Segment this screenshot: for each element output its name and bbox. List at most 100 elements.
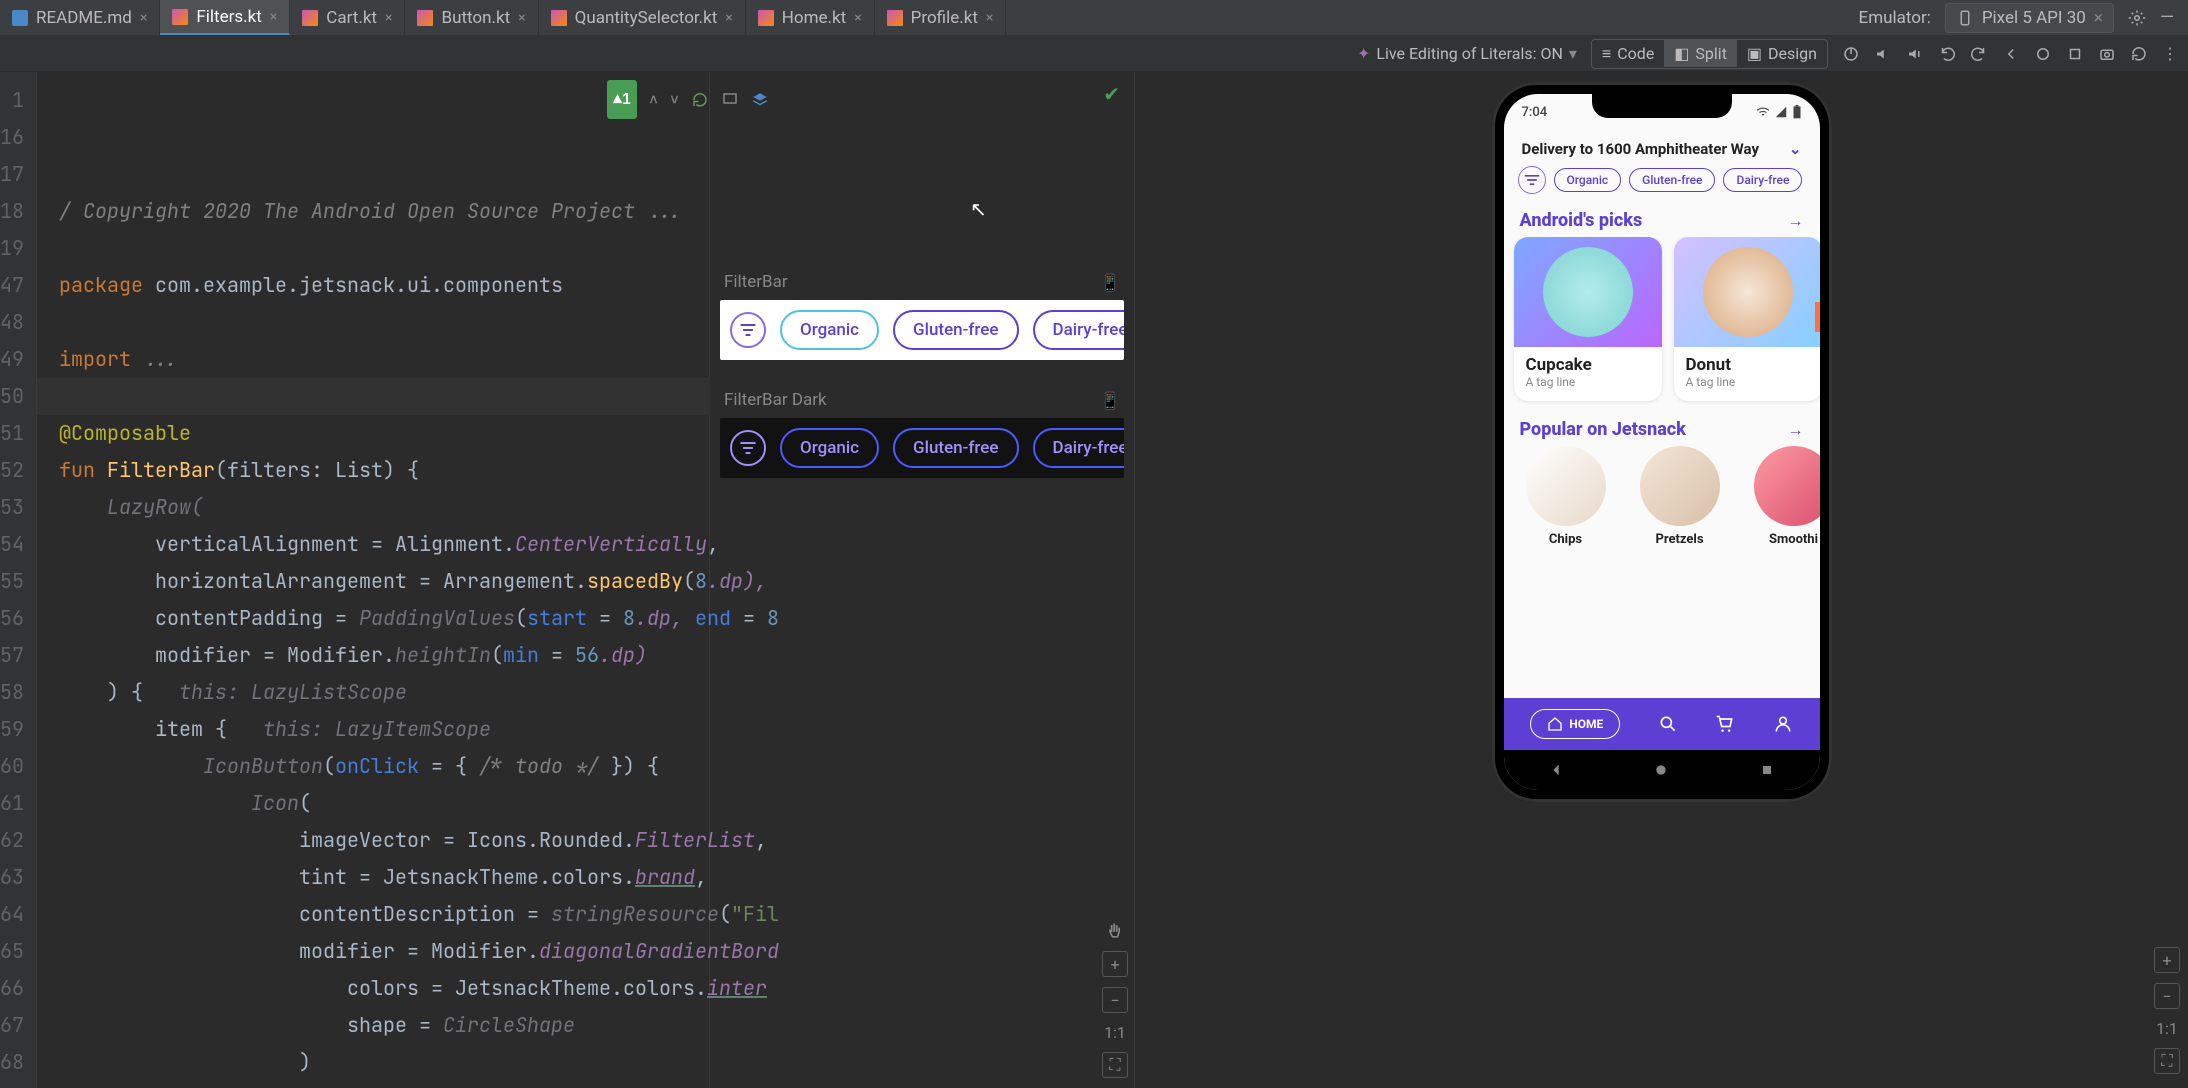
delivery-address[interactable]: Delivery to 1600 Amphitheater Way ⌄: [1504, 130, 1820, 164]
chip-organic[interactable]: Organic: [780, 428, 879, 468]
card-cupcake[interactable]: CupcakeA tag line: [1514, 237, 1662, 401]
device-selector[interactable]: Pixel 5 API 30 ×: [1945, 3, 2114, 33]
item-pretzels[interactable]: Pretzels: [1630, 446, 1730, 547]
wifi-icon: [1756, 105, 1770, 119]
emulator-zoom-controls: + − 1:1 ⛶: [2154, 947, 2180, 1074]
view-mode-split[interactable]: ◧Split: [1664, 40, 1737, 67]
chip-dairy-free[interactable]: Dairy-free: [1723, 168, 1802, 192]
chip-dairy-free[interactable]: Dairy-free: [1033, 428, 1125, 468]
zoom-in-button[interactable]: +: [2154, 947, 2180, 973]
chip-gluten-free[interactable]: Gluten-free: [893, 310, 1018, 350]
gear-icon[interactable]: [2128, 9, 2146, 27]
card-name: Donut: [1686, 355, 1810, 375]
tab-quantity[interactable]: QuantitySelector.kt×: [539, 0, 746, 35]
more-icon[interactable]: ⋮: [2162, 44, 2178, 63]
popular-items[interactable]: Chips Pretzels Smoothi: [1504, 446, 1820, 555]
volume-down-icon[interactable]: [1906, 45, 1924, 63]
volume-up-icon[interactable]: [1874, 45, 1892, 63]
pan-icon[interactable]: [1105, 921, 1125, 941]
warning-badge[interactable]: ▲1: [607, 80, 637, 119]
preview-dark[interactable]: Organic Gluten-free Dairy-free: [720, 418, 1124, 478]
card-donut[interactable]: DonutA tag line: [1674, 237, 1820, 401]
code-editor[interactable]: 1161718194748495051525354555657585960616…: [0, 72, 710, 1088]
chip-organic[interactable]: Organic: [780, 310, 879, 350]
zoom-reset[interactable]: 1:1: [2156, 1019, 2178, 1038]
tab-profile[interactable]: Profile.kt×: [875, 0, 1007, 35]
vm-label: Split: [1695, 44, 1727, 63]
nav-home[interactable]: HOME: [1530, 709, 1620, 739]
filter-list-icon[interactable]: [1518, 166, 1546, 194]
nav-label: HOME: [1569, 717, 1603, 731]
close-icon[interactable]: ×: [270, 9, 277, 25]
filter-row[interactable]: Organic Gluten-free Dairy-free: [1504, 164, 1820, 204]
view-mode-code[interactable]: ≡Code: [1592, 40, 1664, 68]
zoom-fit-button[interactable]: ⛶: [1102, 1052, 1128, 1078]
zoom-in-button[interactable]: +: [1102, 951, 1128, 977]
sys-home-icon[interactable]: [1653, 762, 1669, 778]
arrow-right-icon[interactable]: →: [1788, 211, 1804, 231]
rotate-left-icon[interactable]: [1938, 45, 1956, 63]
refresh-icon[interactable]: [2130, 45, 2148, 63]
kotlin-file-icon: [887, 10, 903, 26]
chip-dairy-free[interactable]: Dairy-free: [1033, 310, 1125, 350]
item-smoothie[interactable]: Smoothi: [1744, 446, 1820, 547]
close-icon[interactable]: ×: [140, 10, 147, 26]
open-on-device-icon[interactable]: 📱: [1100, 273, 1120, 292]
overview-icon[interactable]: [2066, 45, 2084, 63]
phone-screen[interactable]: 7:04 Delivery to 1600 Amphitheater Way ⌄: [1504, 94, 1820, 790]
live-edit-toggle[interactable]: ✦ Live Editing of Literals: ON ▾: [1357, 44, 1577, 63]
card-tag: A tag line: [1686, 375, 1810, 389]
item-chips[interactable]: Chips: [1516, 446, 1616, 547]
close-icon[interactable]: ×: [2094, 8, 2103, 28]
tab-filters[interactable]: Filters.kt×: [160, 0, 290, 35]
refresh-preview-icon[interactable]: [691, 91, 709, 109]
close-icon[interactable]: ×: [385, 10, 392, 26]
emulator-panel: 7:04 Delivery to 1600 Amphitheater Way ⌄: [1135, 72, 2188, 1088]
search-icon[interactable]: [1658, 714, 1678, 734]
card-name: Cupcake: [1526, 355, 1650, 375]
zoom-out-button[interactable]: −: [1102, 987, 1128, 1013]
editor-inspection-badges: ▲1 ∧ ∨: [607, 80, 769, 119]
tab-button[interactable]: Button.kt×: [405, 0, 538, 35]
tab-home[interactable]: Home.kt×: [746, 0, 875, 35]
chip-gluten-free[interactable]: Gluten-free: [893, 428, 1018, 468]
next-highlight-icon[interactable]: ∨: [670, 81, 679, 118]
close-icon[interactable]: ×: [725, 10, 732, 26]
tab-readme[interactable]: README.md×: [0, 0, 160, 35]
close-icon[interactable]: ×: [986, 10, 993, 26]
minimize-icon[interactable]: —: [2160, 7, 2174, 28]
picks-cards[interactable]: CupcakeA tag line DonutA tag line: [1504, 237, 1820, 413]
preview-light[interactable]: Organic Gluten-free Dairy-free: [720, 300, 1124, 360]
rotate-right-icon[interactable]: [1970, 45, 1988, 63]
prev-highlight-icon[interactable]: ∧: [649, 81, 658, 118]
zoom-out-button[interactable]: −: [2154, 983, 2180, 1009]
power-icon[interactable]: [1842, 45, 1860, 63]
view-mode-design[interactable]: ▣Design: [1737, 40, 1827, 67]
phone-frame: 7:04 Delivery to 1600 Amphitheater Way ⌄: [1492, 82, 1832, 802]
tab-cart[interactable]: Cart.kt ×: [290, 0, 405, 35]
home-circle-icon[interactable]: [2034, 45, 2052, 63]
tab-label: Cart.kt: [326, 8, 377, 28]
bottom-navigation: HOME: [1504, 698, 1820, 750]
zoom-reset[interactable]: 1:1: [1104, 1023, 1126, 1042]
phone-icon: [1956, 9, 1974, 27]
close-icon[interactable]: ×: [854, 10, 861, 26]
back-icon[interactable]: [2002, 45, 2020, 63]
card-tag: A tag line: [1526, 375, 1650, 389]
zoom-fit-button[interactable]: ⛶: [2154, 1048, 2180, 1074]
sys-overview-icon[interactable]: [1759, 762, 1775, 778]
device-icon[interactable]: [721, 91, 739, 109]
cart-icon[interactable]: [1715, 714, 1735, 734]
chip-organic[interactable]: Organic: [1554, 168, 1622, 192]
scroll-indicator: [1815, 302, 1820, 332]
chip-gluten-free[interactable]: Gluten-free: [1629, 168, 1715, 192]
sys-back-icon[interactable]: [1548, 762, 1564, 778]
arrow-right-icon[interactable]: →: [1788, 420, 1804, 440]
profile-icon[interactable]: [1773, 714, 1793, 734]
layers-icon[interactable]: [751, 91, 769, 109]
close-icon[interactable]: ×: [518, 10, 525, 26]
open-on-device-icon[interactable]: 📱: [1100, 391, 1120, 410]
code-area[interactable]: / Copyright 2020 The Android Open Source…: [37, 72, 779, 1088]
camera-icon[interactable]: [2098, 45, 2116, 63]
phone-notch: [1592, 94, 1732, 118]
